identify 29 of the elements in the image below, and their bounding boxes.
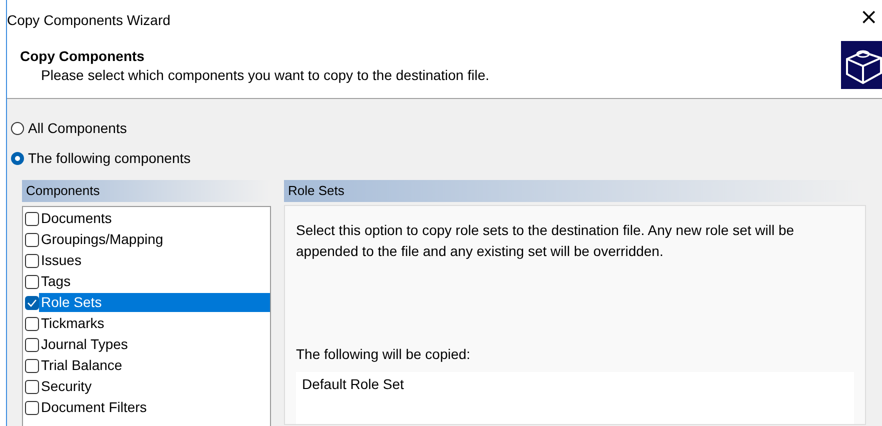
copied-label: The following will be copied: <box>296 346 472 362</box>
list-item[interactable]: Security <box>39 377 270 396</box>
page-subtitle: Please select which components you want to copy to the destination file. <box>40 67 490 84</box>
list-item[interactable]: Trial Balance <box>39 356 270 375</box>
checkbox[interactable] <box>25 296 39 310</box>
page-title: Copy Components <box>20 48 146 64</box>
close-button[interactable]: × <box>856 4 882 32</box>
checkbox[interactable] <box>25 254 39 268</box>
description-text: Select this option to copy role sets to the destination file. Any new role set will be appended to the file and any existing set will be overridden. <box>296 221 796 261</box>
list-item[interactable]: Groupings/Mapping <box>39 230 270 249</box>
checkbox[interactable] <box>25 212 39 226</box>
checkbox[interactable] <box>25 274 39 288</box>
checkbox[interactable] <box>25 232 39 246</box>
list-item[interactable]: Issues <box>39 251 270 270</box>
checkbox[interactable] <box>25 400 39 414</box>
copied-item: Default Role Set <box>302 376 405 392</box>
list-item[interactable]: Document Filters <box>39 398 270 417</box>
radio-option[interactable]: All Components <box>11 113 127 143</box>
list-item[interactable]: Journal Types <box>39 335 270 354</box>
checkbox[interactable] <box>25 358 39 372</box>
checkbox[interactable] <box>25 316 39 330</box>
checkbox[interactable] <box>25 338 39 352</box>
list-item[interactable]: Tickmarks <box>39 314 270 333</box>
list-item[interactable]: Documents <box>39 209 270 228</box>
list-item[interactable]: Tags <box>39 272 270 291</box>
list-item[interactable]: Role Sets <box>39 293 270 312</box>
checkbox[interactable] <box>25 380 39 394</box>
radio-option[interactable]: The following components <box>11 143 191 173</box>
window-title: Copy Components Wizard <box>7 12 170 28</box>
